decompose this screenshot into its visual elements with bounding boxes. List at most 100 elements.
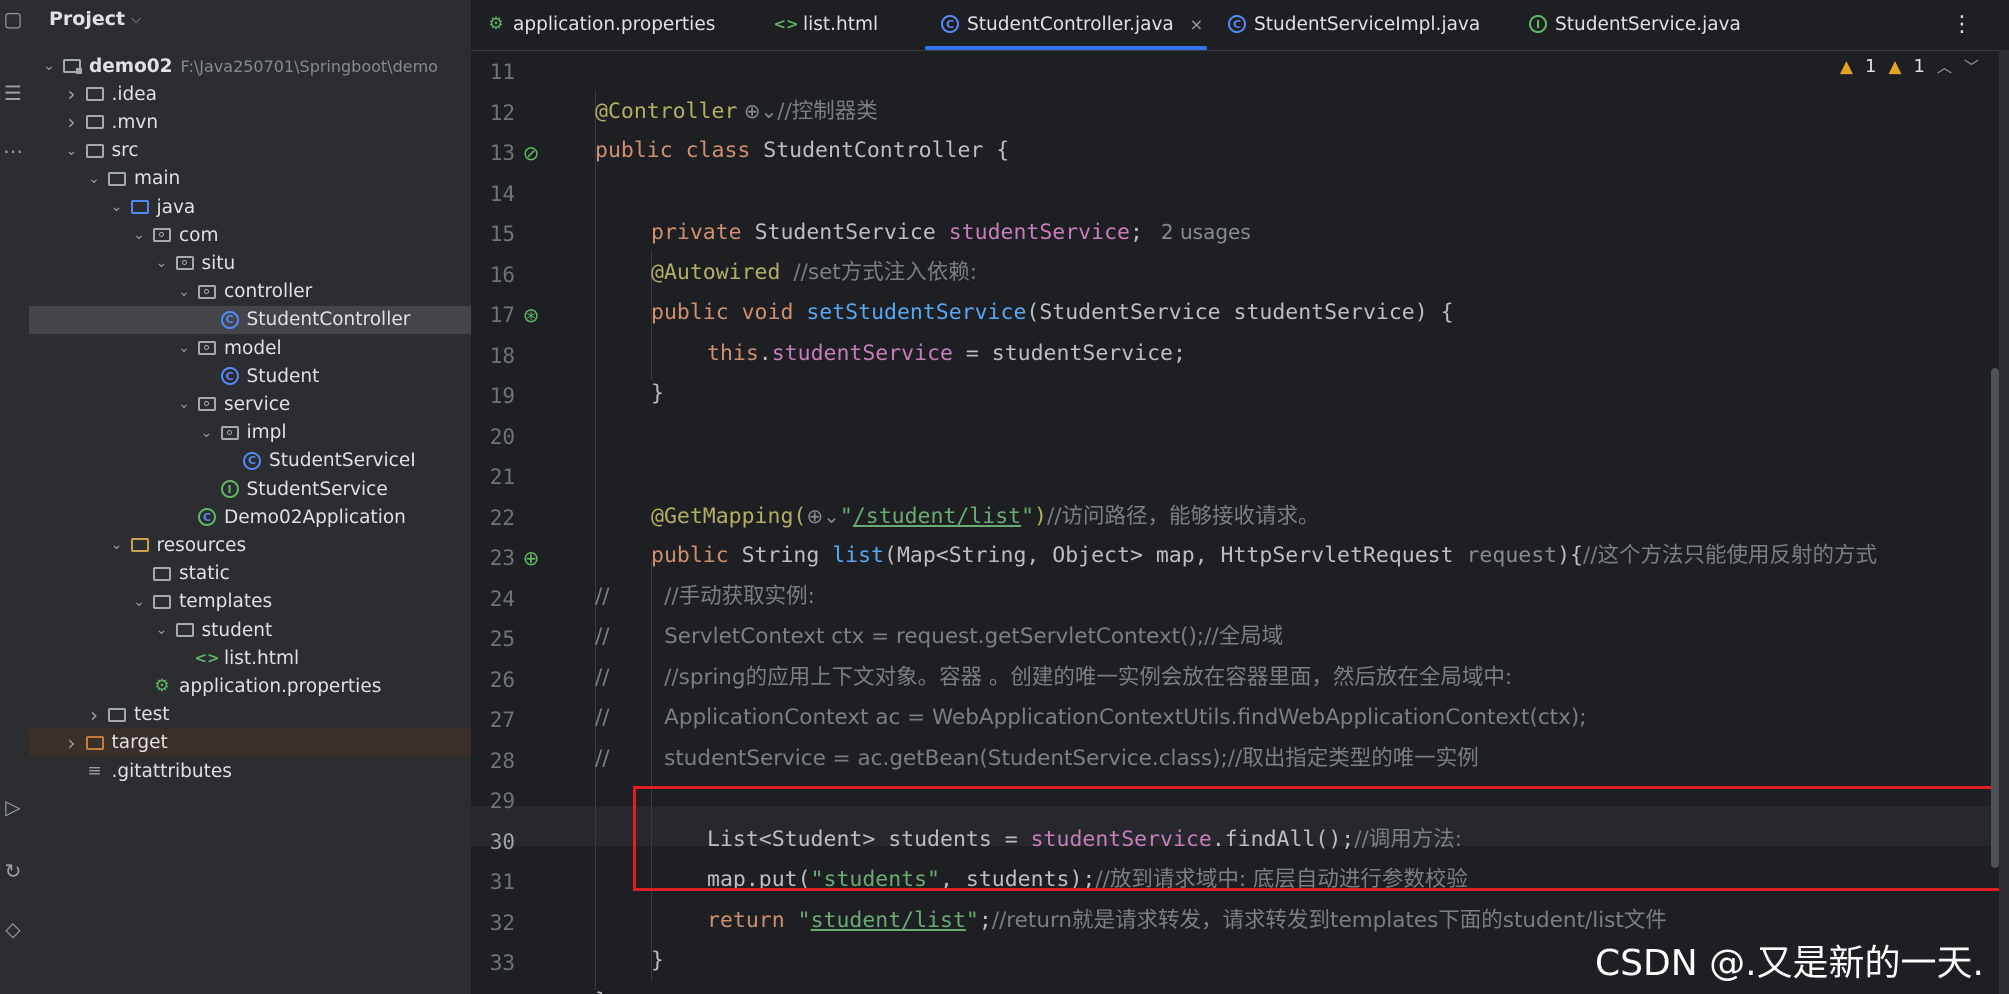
tree-item[interactable]: › target <box>29 728 471 757</box>
editor-scrollbar[interactable] <box>1991 368 1999 868</box>
folder-icon <box>84 112 106 132</box>
tree-item-label: .idea <box>111 83 157 105</box>
tab-studentserviceimpl-java[interactable]: C StudentServiceImpl.java <box>1228 0 1480 48</box>
project-panel-header[interactable]: Project ⌵ <box>49 6 141 32</box>
tree-item-label: test <box>134 704 170 726</box>
tab-application-properties[interactable]: ⚙ application.properties <box>487 0 715 48</box>
chevron-down-icon[interactable]: ⌄ <box>62 143 82 159</box>
tree-item-label: application.properties <box>179 675 382 697</box>
tab-list-html[interactable]: <> list.html <box>773 0 878 48</box>
tree-item-label: situ <box>201 252 236 274</box>
close-icon[interactable]: × <box>1190 15 1203 34</box>
right-tool-strip <box>1999 50 2009 994</box>
tree-item[interactable]: ⌄ src <box>29 137 471 165</box>
tree-item[interactable]: ⌄ impl <box>29 419 471 447</box>
chevron-right-icon[interactable]: › <box>62 110 82 134</box>
autowired-gutter-icon[interactable]: ⊛ <box>519 303 543 327</box>
chevron-down-icon[interactable]: ⌄ <box>197 425 217 441</box>
tree-item[interactable]: ⌄ java <box>29 193 471 221</box>
tree-item[interactable]: ·CStudent <box>29 362 471 390</box>
tree-item[interactable]: ·CDemo02Application <box>29 503 471 531</box>
tab-studentcontroller-java[interactable]: C StudentController.java × <box>924 0 1208 50</box>
weak-warning-count: 1 <box>1913 56 1925 77</box>
chevron-right-icon[interactable]: › <box>84 703 104 727</box>
tree-item[interactable]: ⌄ controller <box>29 278 471 306</box>
line-number: 21 <box>489 465 515 489</box>
code-token: = studentService; <box>952 340 1186 366</box>
more-tools-icon[interactable]: ⋯ <box>2 139 24 163</box>
code-line-23: public String list(Map<String, Object> m… <box>651 540 1877 572</box>
tree-item[interactable]: ⌄ student <box>29 616 471 644</box>
chevron-down-icon[interactable]: ⌄ <box>39 58 59 74</box>
bean-gutter-icon[interactable]: ⊘ <box>519 141 543 165</box>
chevron-down-icon[interactable]: ⌄ <box>174 284 194 300</box>
tree-item[interactable]: ·IStudentService <box>29 475 471 503</box>
code-token: public <box>651 543 742 568</box>
commented-code: // ApplicationContext ac = WebApplicatio… <box>595 705 1587 730</box>
editor-gutter: 11 12 13 14 15 16 17 18 19 20 21 22 23 24 25 26 27 28 29 30… <box>471 50 591 994</box>
annotation: @GetMapping( <box>651 503 807 529</box>
request-mapping-gutter-icon[interactable]: ⊕ <box>519 546 543 570</box>
url-link[interactable]: student/list <box>811 908 966 933</box>
tree-item[interactable]: ·≡.gitattributes <box>29 757 471 785</box>
line-number: 15 <box>489 222 515 246</box>
tree-item[interactable]: › test <box>29 701 471 729</box>
code-token: //访问路径，能够接收请求。 <box>1047 503 1320 529</box>
properties-file-icon: ⚙ <box>154 676 170 697</box>
line-number: 33 <box>489 951 515 975</box>
interface-icon: I <box>1529 15 1547 33</box>
tree-item[interactable]: ·CStudentServiceI <box>29 447 471 475</box>
chevron-down-icon[interactable]: ⌄ <box>129 594 149 610</box>
tree-item[interactable]: ⌄ com <box>29 221 471 249</box>
tree-item[interactable]: ⌄ model <box>29 334 471 362</box>
line-number: 23 <box>489 546 515 570</box>
tree-item[interactable]: › .idea <box>29 80 471 108</box>
tree-item[interactable]: ⌄ templates <box>29 588 471 616</box>
chevron-down-icon[interactable]: ⌄ <box>174 340 194 356</box>
chevron-down-icon[interactable]: ⌄ <box>129 227 149 243</box>
inspection-widget[interactable]: ▲ 1 ▲ 1 ︿ ﹀ <box>1840 56 1979 77</box>
globe-icon[interactable]: ⊕⌄ <box>806 504 840 528</box>
code-token: this <box>707 340 759 366</box>
chevron-down-icon[interactable]: ⌄ <box>107 537 127 553</box>
chevron-right-icon[interactable]: › <box>62 82 82 106</box>
tree-item-label: StudentController <box>246 309 411 331</box>
globe-icon[interactable]: ⊕⌄ <box>737 99 778 123</box>
module-folder-icon <box>61 56 83 76</box>
endpoints-tool-icon[interactable]: ◇ <box>2 917 24 941</box>
tree-item[interactable]: ⌄ situ <box>29 249 471 277</box>
annotation: @Autowired <box>651 259 794 285</box>
structure-tool-icon[interactable]: ☰ <box>2 81 24 105</box>
tree-item-label: main <box>134 168 181 190</box>
tree-item[interactable]: ·static <box>29 560 471 588</box>
chevron-down-icon[interactable]: ⌄ <box>152 622 172 638</box>
tree-item-label: java <box>156 196 196 218</box>
folder-icon <box>84 84 106 104</box>
line-number: 31 <box>489 870 515 894</box>
services-tool-icon[interactable]: ↻ <box>2 859 24 883</box>
tab-studentservice-java[interactable]: I StudentService.java <box>1529 0 1741 48</box>
chevron-right-icon[interactable]: › <box>62 731 82 755</box>
source-folder-icon <box>129 197 151 217</box>
tab-menu-icon[interactable]: ⋮ <box>1951 0 1973 48</box>
tree-item[interactable]: ·CStudentController <box>29 305 471 335</box>
code-token: ) <box>1034 503 1047 529</box>
tree-item[interactable]: ⌄ demo02 F:\Java250701\Springboot\demo <box>29 52 471 80</box>
chevron-up-icon[interactable]: ︿ <box>1937 56 1952 77</box>
chevron-down-icon[interactable]: ⌄ <box>152 255 172 271</box>
url-link[interactable]: /student/list <box>853 504 1021 529</box>
chevron-down-icon[interactable]: ﹀ <box>1964 56 1979 77</box>
tree-item[interactable]: ·<>list.html <box>29 644 471 672</box>
project-tool-icon[interactable]: ▢ <box>2 7 24 31</box>
tree-item[interactable]: ·⚙application.properties <box>29 672 471 700</box>
tab-label: application.properties <box>513 13 716 35</box>
chevron-down-icon[interactable]: ⌄ <box>107 199 127 215</box>
tree-item[interactable]: ⌄ resources <box>29 531 471 559</box>
run-tool-icon[interactable]: ▷ <box>2 795 24 819</box>
class-name: StudentController { <box>763 138 1010 163</box>
tree-item[interactable]: ⌄ service <box>29 390 471 418</box>
chevron-down-icon[interactable]: ⌄ <box>84 171 104 187</box>
chevron-down-icon[interactable]: ⌄ <box>174 396 194 412</box>
tree-item[interactable]: ⌄ main <box>29 165 471 193</box>
tree-item[interactable]: › .mvn <box>29 108 471 136</box>
